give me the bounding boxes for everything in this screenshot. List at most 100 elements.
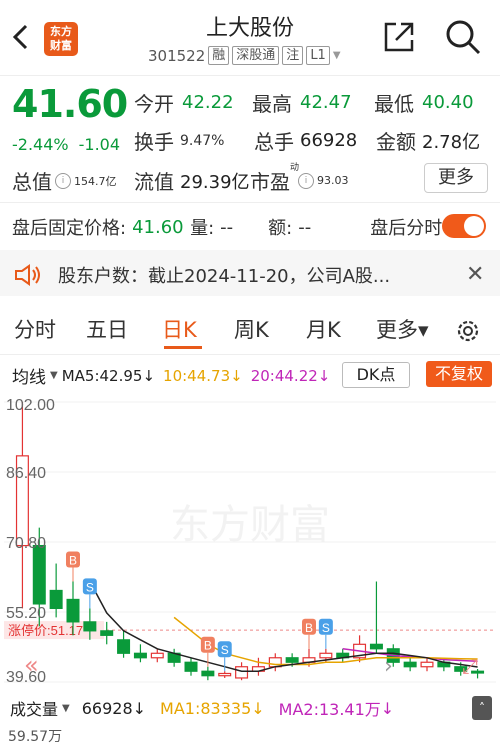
share-icon[interactable]	[382, 20, 416, 54]
notice-text[interactable]: 股东户数：截止2024-11-20，公司A股...	[58, 262, 390, 288]
volume-legend-row: 成交量 ▼ 66928 ↓ MA1:83335 ↓ MA2:13.41万 ↓	[0, 693, 500, 723]
tag-connect: 深股通	[232, 46, 280, 65]
sell-marker-label: S	[322, 621, 330, 635]
divider	[0, 75, 500, 76]
candle-body	[235, 666, 249, 679]
pe-value: 93.03	[317, 174, 349, 187]
candle-body	[150, 652, 164, 659]
candle-body	[319, 652, 333, 659]
down-arrow-icon: ↓	[230, 366, 243, 385]
tab-daily-k[interactable]: 日K	[162, 314, 197, 344]
tab-more[interactable]: 更多▾	[376, 314, 429, 344]
ma10-legend: 10:44.73	[163, 366, 231, 385]
ah-amt-label: 额:	[268, 218, 293, 239]
tab-five-day[interactable]: 五日	[86, 314, 128, 344]
pe-label-text: 市盈	[250, 170, 290, 194]
float-value: 29.39亿	[180, 171, 250, 193]
tab-monthly-k[interactable]: 月K	[306, 314, 341, 344]
more-button[interactable]: 更多	[424, 163, 488, 193]
buy-marker-label: B	[69, 553, 77, 567]
tab-weekly-k[interactable]: 周K	[234, 314, 269, 344]
candle-body	[420, 661, 434, 668]
info-icon[interactable]: i	[55, 172, 71, 189]
buy-marker-label: B	[204, 639, 212, 653]
y-tick-label: 70.80	[6, 535, 46, 552]
scroll-right-icon[interactable]: ›	[384, 654, 393, 679]
down-arrow-icon: ↓	[380, 698, 395, 718]
candle-body	[403, 661, 417, 668]
amount-value: 2.78亿	[422, 131, 481, 153]
mktcap-label: 总值	[12, 170, 52, 194]
candle-body	[49, 589, 63, 610]
ah-vol-label: 量:	[190, 218, 215, 239]
tag-level1[interactable]: L1	[306, 46, 330, 65]
high-label: 最高	[252, 92, 292, 116]
candle-body	[184, 661, 198, 672]
tag-margin: 融	[208, 46, 230, 65]
volume-axis-max: 59.57万	[8, 729, 63, 745]
limit-price-label: 涨停价:51.17	[8, 623, 83, 638]
after-hours-toggle[interactable]	[442, 214, 486, 238]
pe-label: 市盈动	[250, 163, 299, 195]
tab-intraday[interactable]: 分时	[14, 314, 56, 344]
no-adjust-button[interactable]: 不复权	[426, 361, 492, 387]
y-tick-label: 55.20	[6, 605, 46, 622]
change-percent: -2.44%	[12, 135, 69, 154]
close-icon[interactable]: ✕	[466, 262, 484, 287]
chevron-down-icon[interactable]: ▼	[62, 703, 70, 714]
ah-vol: --	[220, 216, 234, 238]
pe-superscript: 动	[290, 163, 300, 173]
quote-row-2: 换手 9.47% 总手 66928 金额 2.78亿	[134, 126, 480, 155]
mktcap-value: 154.7亿	[74, 174, 117, 188]
volume-ma1: MA1:83335	[160, 698, 252, 718]
high-value: 42.47	[300, 92, 352, 113]
down-arrow-icon: ↓	[142, 366, 156, 385]
active-tab-underline	[164, 346, 202, 349]
divider	[0, 354, 500, 355]
candle-body	[268, 657, 282, 668]
search-icon[interactable]	[444, 18, 482, 56]
low-value: 40.40	[422, 92, 474, 113]
candle-body	[133, 652, 147, 659]
expand-icon[interactable]: ⤢	[462, 654, 478, 678]
down-arrow-icon: ↓	[251, 698, 265, 718]
collapse-icon[interactable]: ˄	[472, 696, 492, 720]
toggle-knob	[464, 216, 484, 236]
last-price: 41.60	[12, 82, 128, 126]
sell-marker-label: S	[86, 580, 94, 594]
scroll-left-icon[interactable]: «	[24, 651, 39, 679]
ah-price-label: 盘后固定价格:	[12, 218, 127, 239]
quote-row-1: 今开 42.22 最高 42.47 最低 40.40	[134, 88, 474, 117]
volume-ma2: MA2:13.41万	[278, 700, 381, 719]
volume-selector[interactable]: 成交量	[10, 696, 58, 720]
ma5-legend: MA5:42.95	[61, 366, 143, 385]
divider	[0, 202, 500, 203]
y-tick-label: 86.40	[6, 465, 46, 482]
candle-body	[32, 544, 46, 605]
ah-amt: --	[298, 216, 312, 238]
candle-body	[218, 672, 232, 677]
speaker-icon	[15, 264, 40, 286]
down-arrow-icon: ↓	[317, 366, 331, 385]
period-tabs: 分时 五日 日K 周K 月K 更多▾	[0, 314, 500, 350]
candle-body	[285, 657, 299, 663]
quote-row-3: 总值 i 154.7亿 流值 29.39亿 市盈动 i 93.03	[12, 163, 349, 195]
kline-chart[interactable]: 东方财富涨停价:51.17BSB SB S102.0086.4070.8055.20…	[0, 388, 500, 690]
candle-body	[100, 630, 114, 636]
candle-body	[66, 598, 80, 623]
ah-timeshare-label: 盘后分时	[370, 218, 443, 239]
gear-icon[interactable]	[454, 317, 482, 345]
open-label: 今开	[134, 92, 174, 116]
info-icon[interactable]: i	[298, 172, 314, 189]
y-tick-label: 102.00	[6, 397, 55, 414]
after-hours-row: 盘后固定价格: 41.60 量: -- 额: -- 盘后分时	[12, 214, 442, 240]
turnover-value: 9.47%	[180, 132, 225, 149]
chevron-down-icon[interactable]: ▼	[333, 50, 341, 61]
ma20-legend: 20:44.22	[250, 366, 318, 385]
candle-body	[117, 639, 131, 654]
sell-marker-label: S	[221, 643, 229, 657]
chevron-down-icon[interactable]: ▼	[50, 370, 58, 381]
dk-point-button[interactable]: DK点	[342, 362, 410, 388]
change-row: -2.44% -1.04	[12, 135, 120, 154]
ma-selector[interactable]: 均线	[12, 363, 46, 388]
